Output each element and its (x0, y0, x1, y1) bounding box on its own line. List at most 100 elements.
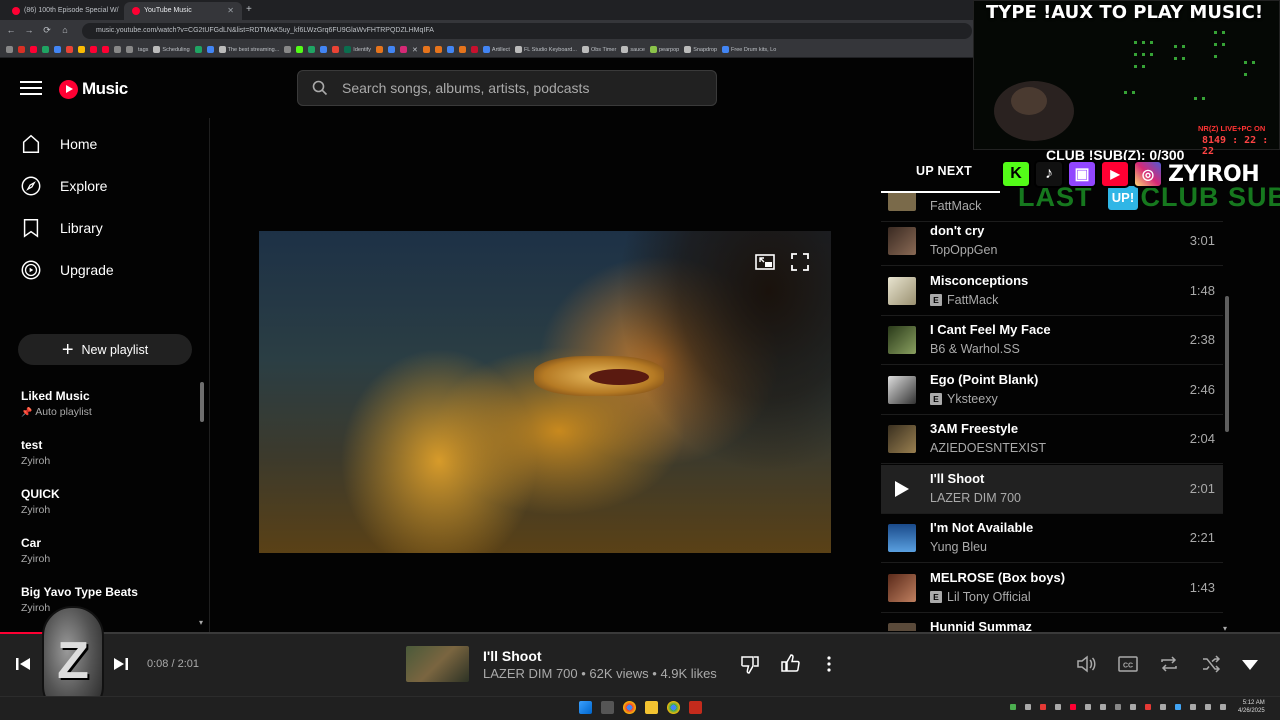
bookmark-scheduling[interactable]: Scheduling (153, 46, 190, 53)
video-player[interactable] (259, 231, 831, 553)
previous-track-icon[interactable] (12, 653, 34, 675)
bookmark-icon[interactable] (308, 46, 316, 53)
queue-row[interactable]: Ego (Point Blank) E Yksteexy 2:46 (881, 366, 1223, 415)
url-input[interactable]: music.youtube.com/watch?v=CG2tUFGdLN&lis… (82, 23, 972, 39)
bookmark-icon[interactable] (206, 46, 214, 53)
new-playlist-button[interactable]: + New playlist (18, 334, 192, 365)
bookmark-icon[interactable] (90, 46, 97, 53)
bookmark-identify[interactable]: Identify (344, 46, 371, 53)
dislike-icon[interactable] (739, 653, 761, 675)
playlist-item[interactable]: Big Yavo Type Beats Zyiroh (21, 585, 191, 614)
sidebar-item-upgrade[interactable]: Upgrade (20, 256, 114, 284)
tray-icon[interactable] (1070, 704, 1076, 710)
bookmark-icon[interactable] (114, 46, 121, 53)
bookmark-icon[interactable] (446, 46, 454, 53)
bookmark-icon[interactable] (78, 46, 85, 53)
bookmark-icon[interactable] (66, 46, 73, 53)
queue-row[interactable]: 3AM Freestyle AZIEDOESNTEXIST 2:04 (881, 415, 1223, 464)
tray-icon[interactable] (1010, 704, 1016, 710)
bookmark-icon[interactable] (102, 46, 109, 53)
youtube-bookmark-icon[interactable] (30, 46, 37, 53)
bookmark-icon[interactable] (284, 46, 292, 53)
bookmark-icon[interactable] (54, 46, 61, 53)
back-icon[interactable]: ← (4, 23, 18, 37)
close-tab-icon[interactable]: ✕ (227, 2, 234, 20)
bookmark-sauce[interactable]: sauce (621, 46, 645, 53)
bookmark-icon[interactable] (194, 46, 202, 53)
battery-icon[interactable] (1220, 704, 1226, 710)
bookmark-icon[interactable] (376, 46, 384, 53)
miniplayer-icon[interactable] (754, 251, 776, 273)
search-input[interactable]: Search songs, albums, artists, podcasts (342, 80, 589, 96)
browser-tab[interactable]: (86) 100th Episode Special W/ T ✕ (4, 2, 120, 20)
scroll-down-icon[interactable]: ▾ (199, 618, 203, 627)
tray-icon[interactable] (1130, 704, 1136, 710)
tray-icon[interactable] (1160, 704, 1166, 710)
file-explorer-icon[interactable] (645, 701, 658, 714)
playlist-item[interactable]: Liked Music 📌 Auto playlist (21, 389, 191, 418)
bookmark-icon[interactable] (332, 46, 340, 53)
now-playing-subtitle[interactable]: LAZER DIM 700 • 62K views • 4.9K likes (483, 666, 717, 681)
volume-icon[interactable] (1075, 653, 1097, 675)
bookmark-obs-timer[interactable]: Obs Timer (581, 46, 616, 53)
tray-icon[interactable] (1040, 704, 1046, 710)
queue-row-now-playing[interactable]: I'll Shoot LAZER DIM 700 2:01 (881, 465, 1223, 514)
home-browser-icon[interactable]: ⌂ (58, 23, 72, 37)
queue-row[interactable]: I Cant Feel My Face B6 & Warhol.SS 2:38 (881, 316, 1223, 365)
tray-icon[interactable] (1085, 704, 1091, 710)
tray-icon[interactable] (1145, 704, 1151, 710)
bookmark-tags[interactable]: tags (138, 47, 148, 53)
fullscreen-icon[interactable] (789, 251, 811, 273)
now-playing-title[interactable]: I'll Shoot (483, 648, 542, 664)
gmail-icon[interactable] (18, 46, 25, 53)
bookmark-fl-studio[interactable]: FL Studio Keyboard... (514, 46, 577, 53)
tray-icon[interactable] (1115, 704, 1121, 710)
tab-up-next[interactable]: UP NEXT (916, 164, 972, 178)
queue-row[interactable]: don't cry TopOppGen 3:01 (881, 217, 1223, 266)
hamburger-menu-icon[interactable] (20, 77, 42, 99)
shuffle-icon[interactable] (1200, 653, 1222, 675)
tray-icon[interactable] (1100, 704, 1106, 710)
sidebar-scrollbar[interactable] (200, 382, 204, 422)
kick-bookmark-icon[interactable] (296, 46, 304, 53)
next-track-icon[interactable] (110, 653, 132, 675)
like-icon[interactable] (779, 653, 801, 675)
chrome-active-icon[interactable] (667, 701, 680, 714)
windows-start-icon[interactable] (579, 701, 592, 714)
browser-tab-active[interactable]: YouTube Music ✕ (124, 2, 242, 20)
youtube-music-logo[interactable]: Music (59, 78, 128, 100)
forward-icon[interactable]: → (22, 23, 36, 37)
sidebar-item-home[interactable]: Home (20, 130, 97, 158)
new-tab-icon[interactable]: + (246, 4, 252, 15)
bookmark-artillect[interactable]: Artillect (482, 46, 510, 53)
queue-row[interactable]: I'm Not Available Yung Bleu 2:21 (881, 514, 1223, 563)
queue-scrollbar[interactable] (1225, 296, 1229, 432)
volume-tray-icon[interactable] (1205, 704, 1211, 710)
queue-row[interactable]: Misconceptions E FattMack 1:48 (881, 267, 1223, 316)
expand-player-icon[interactable] (1239, 653, 1261, 675)
queue-row[interactable]: Hunnid Summaz (881, 613, 1223, 631)
search-bar[interactable]: Search songs, albums, artists, podcasts (297, 70, 717, 106)
sidebar-item-explore[interactable]: Explore (20, 172, 107, 200)
playlist-item[interactable]: test Zyiroh (21, 438, 191, 467)
bookmark-icon[interactable] (126, 46, 133, 53)
bookmark-icon[interactable] (434, 46, 442, 53)
tray-icon[interactable] (1025, 704, 1031, 710)
queue-row[interactable]: MELROSE (Box boys) E Lil Tony Official 1:… (881, 564, 1223, 613)
x-bookmark-icon[interactable]: ✕ (412, 46, 418, 54)
now-playing-thumbnail[interactable] (406, 646, 469, 682)
instagram-bookmark-icon[interactable] (400, 46, 408, 53)
bookmark-icon[interactable] (422, 46, 430, 53)
play-icon[interactable] (895, 481, 909, 497)
bookmark-drum-kits[interactable]: Free Drum kits, Lo (722, 46, 776, 53)
taskbar-clock[interactable]: 5:12 AM 4/26/2025 (1238, 699, 1265, 715)
playlist-item[interactable]: QUICK Zyiroh (21, 487, 191, 516)
task-view-icon[interactable] (601, 701, 614, 714)
captions-icon[interactable]: CC (1117, 653, 1139, 675)
repeat-icon[interactable] (1158, 653, 1180, 675)
reload-icon[interactable]: ⟳ (40, 23, 54, 37)
bookmark-icon[interactable] (470, 46, 478, 53)
bookmark-icon[interactable] (320, 46, 328, 53)
bluetooth-icon[interactable] (1175, 704, 1181, 710)
drive-icon[interactable] (42, 46, 49, 53)
